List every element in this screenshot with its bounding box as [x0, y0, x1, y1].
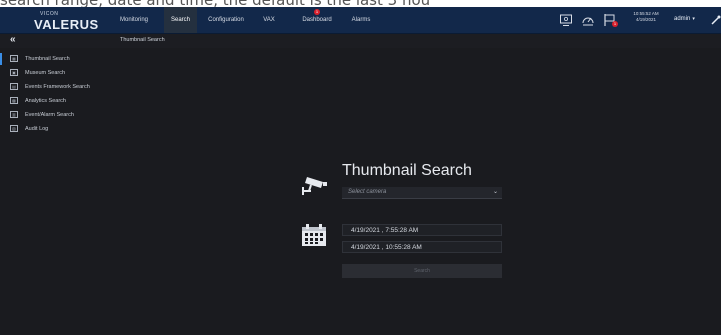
camera-select[interactable]: Select camera ⌄: [342, 187, 502, 199]
nav-dashboard[interactable]: 1 Dashboard: [297, 7, 337, 33]
caret-down-icon: ▾: [692, 16, 695, 22]
nav-vax[interactable]: VAX: [258, 7, 280, 33]
camera-select-placeholder: Select camera: [348, 189, 387, 195]
sidebar-item-analytics-search[interactable]: ▩ Analytics Search: [0, 94, 115, 108]
valerus-logo[interactable]: VICON VALERUS: [28, 8, 108, 32]
page-title: Thumbnail Search: [342, 162, 472, 179]
main-content: Thumbnail Search Select camera ⌄ 4/19/20…: [115, 48, 721, 335]
start-datetime-value: 4/19/2021 , 7:55:28 AM: [351, 227, 419, 234]
start-datetime-input[interactable]: 4/19/2021 , 7:55:28 AM: [342, 224, 502, 236]
sidebar-item-museum-search[interactable]: ▣ Museum Search: [0, 66, 115, 80]
top-bar: VICON VALERUS Monitoring Search Configur…: [0, 7, 721, 34]
nav-configuration[interactable]: Configuration: [203, 7, 249, 33]
events-icon: ▤: [10, 83, 18, 90]
sidebar: ▦ Thumbnail Search ▣ Museum Search ▤ Eve…: [0, 48, 115, 335]
sidebar-item-label: Event/Alarm Search: [25, 112, 74, 118]
calendar-icon: [302, 224, 326, 246]
alarm-icon: ▥: [10, 111, 18, 118]
end-datetime-value: 4/19/2021 , 10:55:28 AM: [351, 244, 422, 251]
breadcrumb: Thumbnail Search: [120, 37, 165, 43]
search-button[interactable]: Search: [342, 264, 502, 278]
app-window: VICON VALERUS Monitoring Search Configur…: [0, 7, 721, 335]
end-datetime-input[interactable]: 4/19/2021 , 10:55:28 AM: [342, 241, 502, 253]
monitor-settings-icon[interactable]: [559, 13, 573, 27]
sidebar-item-audit-log[interactable]: ▧ Audit Log: [0, 122, 115, 136]
username: admin: [674, 16, 691, 22]
sidebar-item-event-alarm-search[interactable]: ▥ Event/Alarm Search: [0, 108, 115, 122]
clock: 10:55:52 AM 4/19/2021: [626, 11, 666, 23]
thumbnail-icon: ▦: [10, 55, 18, 62]
speedometer-icon[interactable]: [581, 13, 595, 27]
alarm-count-badge: 1: [612, 21, 618, 27]
sub-bar: « Thumbnail Search: [0, 34, 721, 48]
camera-icon: [302, 177, 327, 195]
sidebar-item-label: Events Framework Search: [25, 84, 90, 90]
dashboard-badge: 1: [314, 9, 320, 15]
nav-monitoring[interactable]: Monitoring: [115, 7, 153, 33]
nav-alarms[interactable]: Alarms: [348, 7, 374, 33]
clock-date: 4/19/2021: [635, 17, 657, 22]
user-menu[interactable]: admin ▾: [674, 7, 695, 33]
sidebar-item-label: Thumbnail Search: [25, 56, 70, 62]
sidebar-item-label: Analytics Search: [25, 98, 66, 104]
logo-brand: VALERUS: [34, 17, 99, 32]
sidebar-item-label: Audit Log: [25, 126, 49, 132]
chevron-down-icon: ⌄: [492, 189, 498, 195]
museum-icon: ▣: [10, 69, 18, 76]
pin-icon[interactable]: [710, 14, 721, 26]
nav-search[interactable]: Search: [164, 7, 197, 33]
sidebar-item-events-framework-search[interactable]: ▤ Events Framework Search: [0, 80, 115, 94]
sidebar-item-thumbnail-search[interactable]: ▦ Thumbnail Search: [0, 52, 115, 66]
alarm-flag-button[interactable]: 1: [603, 13, 619, 29]
audit-icon: ▧: [10, 125, 18, 132]
analytics-icon: ▩: [10, 97, 18, 104]
sidebar-item-label: Museum Search: [25, 70, 66, 76]
collapse-sidebar-icon[interactable]: «: [10, 34, 16, 46]
